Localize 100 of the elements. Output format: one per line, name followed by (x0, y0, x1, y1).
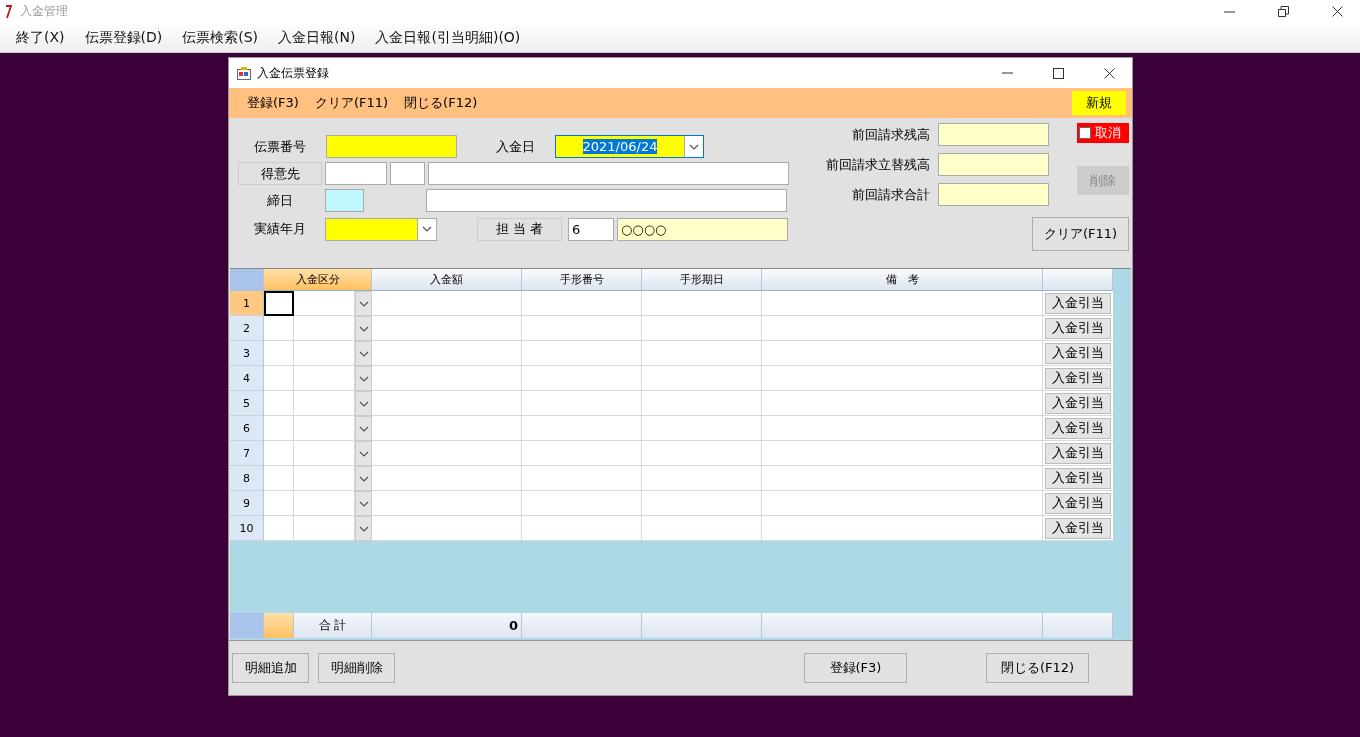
table-cell[interactable] (642, 466, 762, 491)
dropdown-button[interactable] (355, 291, 372, 316)
dropdown-button[interactable] (355, 366, 372, 391)
table-cell[interactable] (762, 341, 1043, 366)
table-cell[interactable] (294, 416, 355, 441)
allocate-button[interactable]: 入金引当 (1045, 367, 1111, 389)
row-header[interactable]: 1 (230, 291, 264, 316)
table-cell[interactable] (642, 516, 762, 541)
table-cell[interactable] (372, 516, 522, 541)
table-cell[interactable] (294, 441, 355, 466)
register-button[interactable]: 登録(F3) (804, 653, 907, 683)
menu-item[interactable]: 伝票登録(D) (74, 28, 173, 47)
clear-button[interactable]: クリア(F11) (1032, 217, 1129, 251)
menu-item[interactable]: 終了(X) (6, 28, 75, 47)
table-cell[interactable] (264, 416, 294, 441)
table-cell[interactable] (762, 291, 1043, 316)
table-cell[interactable] (522, 341, 642, 366)
close-button[interactable]: 閉じる(F12) (986, 653, 1089, 683)
allocate-button[interactable]: 入金引当 (1045, 417, 1111, 439)
table-cell[interactable] (372, 341, 522, 366)
cancel-checkbox[interactable]: 取消 (1077, 123, 1129, 143)
allocate-button[interactable]: 入金引当 (1045, 392, 1111, 414)
table-cell[interactable] (762, 416, 1043, 441)
dropdown-button[interactable] (355, 341, 372, 366)
table-cell[interactable] (294, 341, 355, 366)
table-cell[interactable] (522, 316, 642, 341)
table-cell[interactable] (294, 391, 355, 416)
date-picker[interactable]: 2021/06/24 (555, 135, 704, 158)
row-header[interactable]: 4 (230, 366, 264, 391)
table-cell[interactable] (642, 366, 762, 391)
maximize-icon[interactable] (1053, 67, 1064, 79)
table-cell[interactable] (372, 391, 522, 416)
table-cell[interactable] (642, 391, 762, 416)
row-header[interactable]: 3 (230, 341, 264, 366)
table-cell[interactable] (264, 291, 294, 316)
table-cell[interactable] (642, 441, 762, 466)
allocate-button[interactable]: 入金引当 (1045, 517, 1111, 539)
restore-icon[interactable] (1277, 6, 1289, 17)
row-header[interactable]: 5 (230, 391, 264, 416)
table-cell[interactable] (522, 516, 642, 541)
staff-name-field[interactable]: ○○○○ (617, 217, 788, 241)
table-cell[interactable] (372, 316, 522, 341)
table-cell[interactable] (522, 466, 642, 491)
period-dropdown[interactable] (325, 217, 437, 241)
allocate-button[interactable]: 入金引当 (1045, 492, 1111, 514)
table-cell[interactable] (294, 516, 355, 541)
add-row-button[interactable]: 明細追加 (232, 653, 309, 683)
row-header[interactable]: 8 (230, 466, 264, 491)
table-cell[interactable] (294, 366, 355, 391)
table-cell[interactable] (372, 416, 522, 441)
close-icon[interactable] (1104, 67, 1115, 79)
table-cell[interactable] (762, 366, 1043, 391)
allocate-button[interactable]: 入金引当 (1045, 467, 1111, 489)
dropdown-button[interactable] (355, 316, 372, 341)
table-cell[interactable] (762, 441, 1043, 466)
table-cell[interactable] (642, 416, 762, 441)
row-header[interactable]: 9 (230, 491, 264, 516)
minimize-icon[interactable] (1223, 10, 1235, 13)
table-cell[interactable] (372, 491, 522, 516)
closing-note-field[interactable] (426, 189, 787, 212)
table-cell[interactable] (522, 391, 642, 416)
table-cell[interactable] (762, 491, 1043, 516)
dropdown-button[interactable] (355, 516, 372, 541)
table-cell[interactable] (264, 466, 294, 491)
table-cell[interactable] (264, 491, 294, 516)
dropdown-button[interactable] (355, 391, 372, 416)
menu-item[interactable]: 入金日報(引当明細)(O) (365, 28, 531, 47)
table-cell[interactable] (642, 316, 762, 341)
table-cell[interactable] (264, 391, 294, 416)
row-header[interactable]: 6 (230, 416, 264, 441)
dropdown-button[interactable] (355, 441, 372, 466)
table-cell[interactable] (762, 516, 1043, 541)
staff-code-field[interactable]: 6 (568, 217, 614, 241)
table-cell[interactable] (642, 291, 762, 316)
table-cell[interactable] (294, 291, 355, 316)
staff-button[interactable]: 担 当 者 (477, 217, 562, 241)
allocate-button[interactable]: 入金引当 (1045, 342, 1111, 364)
table-cell[interactable] (642, 341, 762, 366)
row-header[interactable]: 7 (230, 441, 264, 466)
dropdown-button[interactable] (355, 416, 372, 441)
table-cell[interactable] (372, 366, 522, 391)
closing-day-field[interactable] (325, 189, 364, 212)
table-cell[interactable] (642, 491, 762, 516)
table-cell[interactable] (522, 491, 642, 516)
table-cell[interactable] (522, 366, 642, 391)
delete-row-button[interactable]: 明細削除 (318, 653, 395, 683)
close-icon[interactable] (1331, 6, 1343, 17)
dropdown-button[interactable] (355, 466, 372, 491)
table-cell[interactable] (372, 291, 522, 316)
table-cell[interactable] (762, 316, 1043, 341)
table-cell[interactable] (522, 416, 642, 441)
customer-button[interactable]: 得意先 (238, 162, 322, 185)
table-cell[interactable] (522, 441, 642, 466)
table-cell[interactable] (264, 341, 294, 366)
table-cell[interactable] (522, 291, 642, 316)
menu-item[interactable]: 入金日報(N) (268, 28, 366, 47)
allocate-button[interactable]: 入金引当 (1045, 292, 1111, 314)
summary-field[interactable] (938, 123, 1049, 146)
summary-field[interactable] (938, 183, 1049, 206)
row-header[interactable]: 10 (230, 516, 264, 541)
